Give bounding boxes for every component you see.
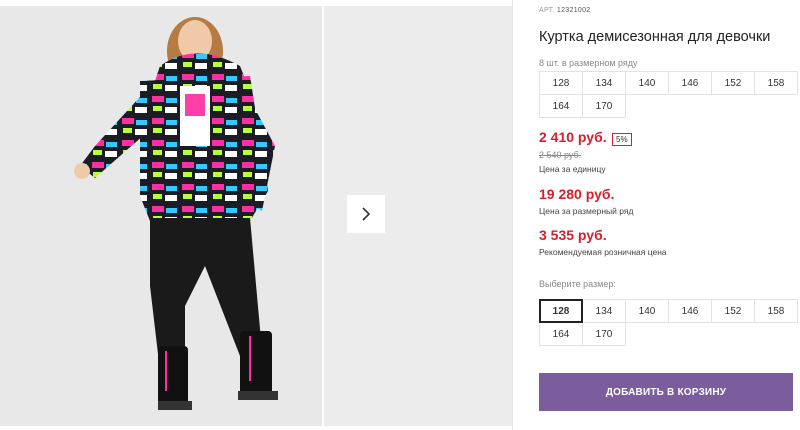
product-photo[interactable] — [0, 6, 322, 426]
size-option[interactable]: 170 — [582, 322, 626, 346]
chevron-right-icon — [362, 207, 371, 221]
retail-price: 3 535 руб. — [539, 227, 607, 243]
size-option[interactable]: 146 — [668, 299, 712, 323]
unit-price: 2 410 руб. — [539, 129, 607, 145]
product-title: Куртка демисезонная для девочки — [539, 29, 771, 45]
pack-size-cell: 140 — [625, 71, 669, 95]
size-option[interactable]: 158 — [754, 299, 798, 323]
pack-size-cell: 164 — [539, 94, 583, 118]
product-gallery — [0, 0, 512, 430]
pack-price: 19 280 руб. — [539, 186, 615, 202]
size-select-grid: 128 134 140 146 152 158 164 170 — [539, 299, 798, 346]
old-price: 2 540 руб. — [539, 150, 582, 160]
divider — [512, 0, 513, 430]
pack-size-cell: 128 — [539, 71, 583, 95]
size-option[interactable]: 152 — [711, 299, 755, 323]
add-to-cart-button[interactable]: ДОБАВИТЬ В КОРЗИНУ — [539, 373, 793, 411]
pack-size-grid: 128 134 140 146 152 158 164 170 — [539, 71, 798, 118]
article-prefix: АРТ. — [539, 7, 555, 14]
article-number: АРТ. 12321002 — [539, 7, 590, 14]
product-photo-image — [0, 6, 322, 426]
pack-size-cell: 152 — [711, 71, 755, 95]
unit-price-caption: Цена за единицу — [539, 164, 606, 174]
size-option[interactable]: 134 — [582, 299, 626, 323]
next-image-button[interactable] — [347, 195, 385, 233]
size-option[interactable]: 140 — [625, 299, 669, 323]
article-value: 12321002 — [556, 7, 591, 14]
size-option[interactable]: 164 — [539, 322, 583, 346]
pack-size-cell: 170 — [582, 94, 626, 118]
pack-price-caption: Цена за размерный ряд — [539, 206, 634, 216]
retail-price-caption: Рекомендуемая розничная цена — [539, 247, 667, 257]
pack-size-cell: 134 — [582, 71, 626, 95]
size-option-selected[interactable]: 128 — [539, 299, 583, 323]
pack-size-cell: 158 — [754, 71, 798, 95]
size-select-label: Выберите размер: — [539, 279, 616, 289]
discount-badge: 5% — [612, 133, 632, 146]
pack-label: 8 шт. в размерном ряду — [539, 58, 638, 68]
pack-size-cell: 146 — [668, 71, 712, 95]
